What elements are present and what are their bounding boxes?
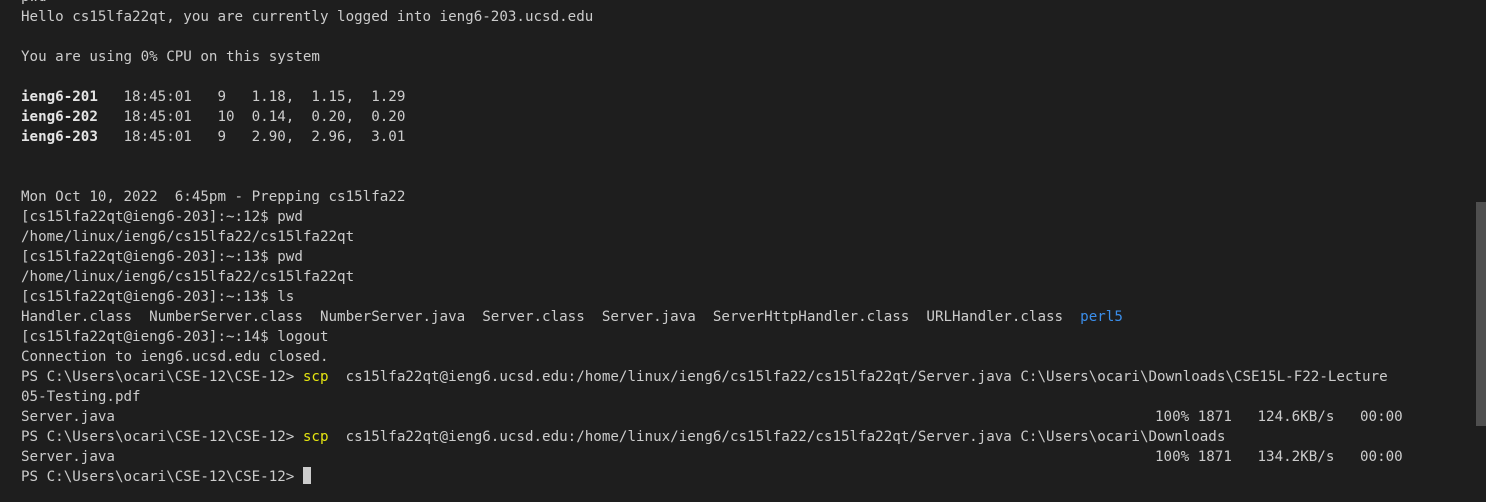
shell-prompt-line: [cs15lfa22qt@ieng6-203]:~:13$ pwd [21,249,303,265]
transfer-file: Server.java [21,449,115,465]
transfer-progress-row: Server.java 100% 1871 124.6KB/s 00:00 [21,407,1471,427]
scp-command: scp [302,429,329,445]
host-stats: 18:45:01 9 1.18, 1.15, 1.29 [97,89,406,105]
transfer-progress-row: Server.java 100% 1871 134.2KB/s 00:00 [21,447,1471,467]
command-output: /home/linux/ieng6/cs15lfa22/cs15lfa22qt [21,269,355,285]
host-name: ieng6-201 [21,89,98,105]
host-row: ieng6-202 18:45:01 10 0.14, 0.20, 0.20 [21,107,1471,127]
transfer-progress: 100% 1871 134.2KB/s 00:00 [1155,449,1403,465]
session-banner: Mon Oct 10, 2022 6:45pm - Prepping cs15l… [21,189,406,205]
host-name: ieng6-203 [21,129,98,145]
ls-files: Handler.class NumberServer.class NumberS… [21,309,1081,325]
shell-prompt-line: [cs15lfa22qt@ieng6-203]:~:13$ ls [21,289,295,305]
cpu-usage-line: You are using 0% CPU on this system [21,49,320,65]
scp-arguments: cs15lfa22qt@ieng6.ucsd.edu:/home/linux/i… [328,429,1226,445]
shell-prompt-line: [cs15lfa22qt@ieng6-203]:~:14$ logout [21,329,329,345]
ps-prompt: PS C:\Users\ocari\CSE-12\CSE-12> [21,429,303,445]
powershell-command-line: PS C:\Users\ocari\CSE-12\CSE-12> scp cs1… [21,367,1471,387]
host-row: ieng6-203 18:45:01 9 2.90, 2.96, 3.01 [21,127,1471,147]
login-greeting: Hello cs15lfa22qt, you are currently log… [21,9,594,25]
connection-closed-message: Connection to ieng6.ucsd.edu closed. [21,349,329,365]
scp-arguments: cs15lfa22qt@ieng6.ucsd.edu:/home/linux/i… [328,369,1388,385]
host-stats: 18:45:01 9 2.90, 2.96, 3.01 [97,129,406,145]
transfer-file: Server.java [21,409,115,425]
scrollbar-thumb[interactable] [1476,202,1486,426]
ps-prompt: PS C:\Users\ocari\CSE-12\CSE-12> [21,469,303,485]
transfer-progress: 100% 1871 124.6KB/s 00:00 [1155,409,1403,425]
terminal-output[interactable]: pwd Hello cs15lfa22qt, you are currently… [21,0,1471,487]
ls-output: Handler.class NumberServer.class NumberS… [21,307,1471,327]
text-cursor[interactable] [302,467,311,484]
ps-prompt: PS C:\Users\ocari\CSE-12\CSE-12> [21,369,303,385]
wrapped-line: 05-Testing.pdf [21,389,141,405]
terminal-line: pwd [21,0,1471,7]
active-prompt-line[interactable]: PS C:\Users\ocari\CSE-12\CSE-12> [21,467,1471,487]
command-output: /home/linux/ieng6/cs15lfa22/cs15lfa22qt [21,229,355,245]
scp-command: scp [302,369,329,385]
shell-prompt-line: [cs15lfa22qt@ieng6-203]:~:12$ pwd [21,209,303,225]
host-name: ieng6-202 [21,109,98,125]
ls-directory: perl5 [1080,309,1123,325]
host-row: ieng6-201 18:45:01 9 1.18, 1.15, 1.29 [21,87,1471,107]
powershell-command-line: PS C:\Users\ocari\CSE-12\CSE-12> scp cs1… [21,427,1471,447]
host-stats: 18:45:01 10 0.14, 0.20, 0.20 [97,109,406,125]
